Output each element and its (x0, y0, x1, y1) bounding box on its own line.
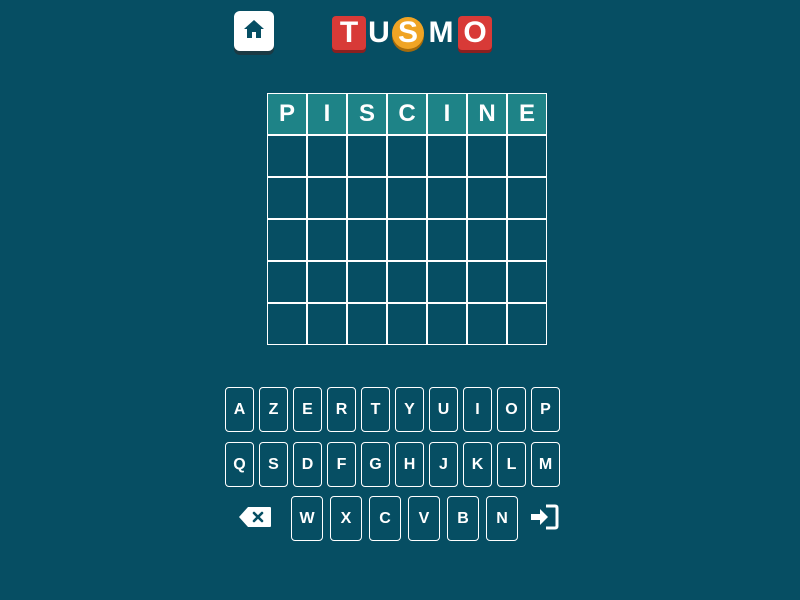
grid-cell (308, 178, 346, 218)
key-q[interactable]: Q (225, 442, 254, 487)
grid-cell (508, 304, 546, 344)
key-o[interactable]: O (497, 387, 526, 432)
grid-cell (428, 262, 466, 302)
key-v[interactable]: V (408, 496, 440, 541)
key-k[interactable]: K (463, 442, 492, 487)
key-m[interactable]: M (531, 442, 560, 487)
grid-cell (388, 136, 426, 176)
grid-cell (308, 136, 346, 176)
keyboard-row-1: AZERTYUIOP (225, 387, 560, 432)
key-h[interactable]: H (395, 442, 424, 487)
grid-cell (428, 136, 466, 176)
backspace-key[interactable] (237, 505, 273, 533)
key-l[interactable]: L (497, 442, 526, 487)
logo-letter-m: M (428, 16, 454, 49)
grid-cell (428, 220, 466, 260)
tusmo-logo: T U S M O (332, 13, 492, 53)
grid-cell (468, 220, 506, 260)
key-c[interactable]: C (369, 496, 401, 541)
logo-letter-o: O (458, 16, 492, 50)
key-j[interactable]: J (429, 442, 458, 487)
grid-cell (508, 262, 546, 302)
grid-cell (308, 304, 346, 344)
key-w[interactable]: W (291, 496, 323, 541)
word-grid: PISCINE (267, 93, 547, 345)
grid-cell: I (428, 94, 466, 134)
key-b[interactable]: B (447, 496, 479, 541)
key-y[interactable]: Y (395, 387, 424, 432)
grid-cell (308, 220, 346, 260)
grid-cell (388, 178, 426, 218)
grid-cell (268, 262, 306, 302)
grid-cell (428, 178, 466, 218)
enter-icon (529, 504, 559, 535)
grid-cell (508, 220, 546, 260)
grid-cell (348, 304, 386, 344)
logo-letter-s: S (392, 16, 424, 49)
logo-letter-t: T (332, 16, 366, 50)
home-button[interactable] (234, 11, 274, 51)
grid-cell (508, 136, 546, 176)
grid-cell (348, 262, 386, 302)
key-r[interactable]: R (327, 387, 356, 432)
grid-cell: C (388, 94, 426, 134)
key-x[interactable]: X (330, 496, 362, 541)
grid-cell (268, 136, 306, 176)
key-g[interactable]: G (361, 442, 390, 487)
logo-letter-u: U (368, 16, 390, 49)
grid-cell (348, 220, 386, 260)
keyboard-row-3: WXCVBN (291, 496, 518, 541)
grid-cell: I (308, 94, 346, 134)
grid-cell (508, 178, 546, 218)
grid-cell: N (468, 94, 506, 134)
grid-cell (268, 220, 306, 260)
grid-cell (388, 304, 426, 344)
grid-cell (268, 304, 306, 344)
grid-cell (468, 304, 506, 344)
backspace-icon (238, 506, 272, 533)
home-icon (243, 19, 265, 44)
key-i[interactable]: I (463, 387, 492, 432)
grid-cell (468, 178, 506, 218)
key-u[interactable]: U (429, 387, 458, 432)
grid-cell (348, 136, 386, 176)
key-d[interactable]: D (293, 442, 322, 487)
grid-cell: S (348, 94, 386, 134)
grid-cell (308, 262, 346, 302)
grid-cell: E (508, 94, 546, 134)
grid-cell (388, 220, 426, 260)
key-s[interactable]: S (259, 442, 288, 487)
key-e[interactable]: E (293, 387, 322, 432)
grid-cell (348, 178, 386, 218)
key-p[interactable]: P (531, 387, 560, 432)
key-f[interactable]: F (327, 442, 356, 487)
keyboard-row-2: QSDFGHJKLM (225, 442, 560, 487)
enter-key[interactable] (528, 504, 560, 535)
key-a[interactable]: A (225, 387, 254, 432)
key-n[interactable]: N (486, 496, 518, 541)
grid-cell (268, 178, 306, 218)
grid-cell: P (268, 94, 306, 134)
grid-cell (468, 262, 506, 302)
grid-cell (468, 136, 506, 176)
grid-cell (428, 304, 466, 344)
grid-cell (388, 262, 426, 302)
key-z[interactable]: Z (259, 387, 288, 432)
key-t[interactable]: T (361, 387, 390, 432)
